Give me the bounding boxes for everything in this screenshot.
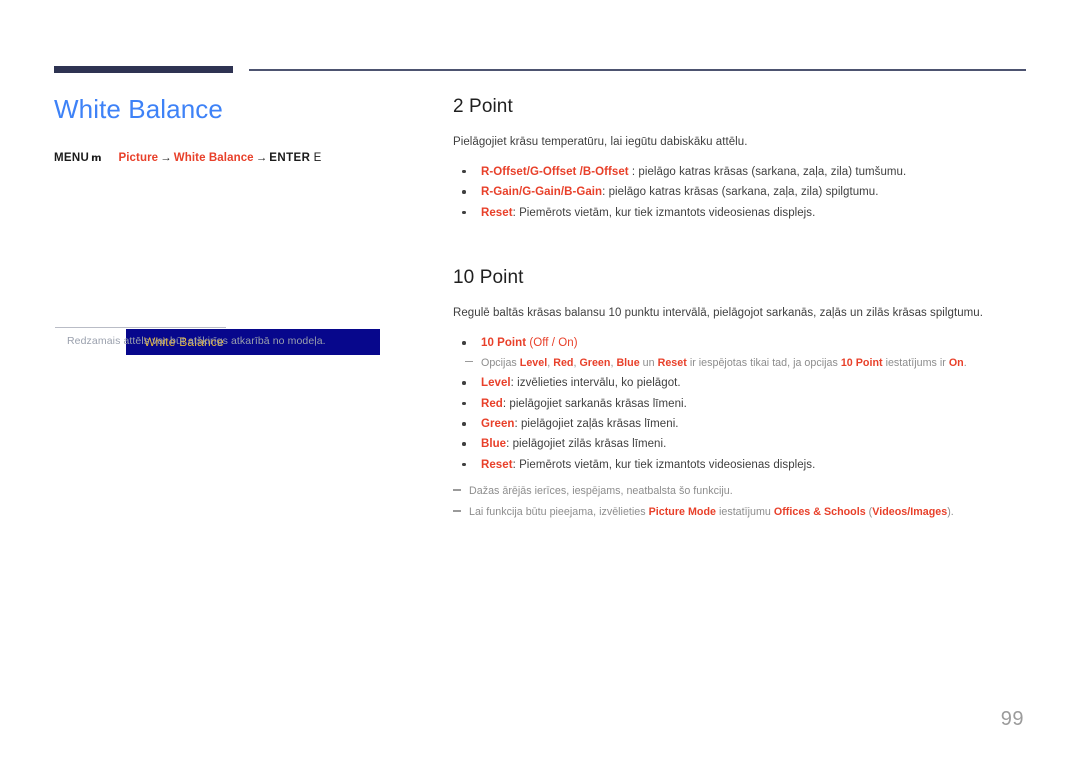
manual-page: White Balance MENU m Picture → White Balance… (0, 0, 1080, 763)
bullet-desc: : izvēlieties intervālu, ko pielāgot. (510, 377, 681, 390)
bullet-term: Reset (481, 206, 513, 219)
option-separator: / (548, 337, 559, 350)
right-column: 2 Point Pielāgojiet krāsu temperatūru, l… (453, 96, 1033, 523)
menu-label: MENU (54, 152, 90, 165)
section-heading-10point: 10 Point (453, 267, 524, 289)
bullet-desc: : pielāgo katras krāsas (sarkana, zaļa, … (628, 165, 907, 178)
subnote-10point-dependency: Opcijas Level, Red, Green, Blue un Reset… (453, 354, 1033, 373)
subnote-term-reset: Reset (657, 356, 687, 369)
footnote-list: Dažas ārējās ierīces, iespējams, neatbal… (453, 481, 1033, 523)
bullet-desc: : Piemērots vietām, kur tiek izmantots v… (512, 206, 816, 219)
list-item: Red: pielāgojiet sarkanās krāsas līmeni. (453, 394, 1033, 414)
subnote-text: Opcijas (481, 356, 520, 369)
section-heading-2point: 2 Point (453, 96, 513, 117)
option-off: Off (533, 337, 549, 350)
header-rule-thick (54, 66, 233, 73)
page-number: 99 (1000, 708, 1024, 730)
section-lead-2point: Pielāgojiet krāsu temperatūru, lai iegūt… (453, 135, 748, 148)
footnote-text: ). (947, 506, 954, 519)
bullet-desc: : pielāgo katras krāsas (sarkana, zaļa, … (602, 186, 879, 199)
bullet-term: Blue (481, 438, 507, 451)
list-item: Reset: Piemērots vietām, kur tiek izmant… (453, 455, 1033, 475)
bullet-list-10point: 10 Point (Off / On) Opcijas Level, Red, … (453, 333, 1033, 475)
subnote-term-red: Red (553, 356, 574, 369)
list-item: Green: pielāgojiet zaļās krāsas līmeni. (453, 414, 1033, 434)
footnote-text: Lai funkcija būtu pieejama, izvēlieties (469, 506, 649, 519)
image-caption: Redzamais attēls var būt atšķirīgs atkar… (67, 335, 326, 347)
subnote-term-on: On (948, 356, 964, 369)
bullet-term: R-Gain/G-Gain/B-Gain (481, 186, 603, 199)
bullet-term: R-Offset/G-Offset /B-Offset (481, 165, 629, 178)
subnote-term-level: Level (519, 356, 548, 369)
left-column: White Balance MENU m Picture → White Balance… (54, 94, 414, 355)
subnote-text: iestatījums ir (882, 356, 949, 369)
footnote-text: Dažas ārējās ierīces, iespējams, neatbal… (469, 485, 733, 498)
footnote-term-picture-mode: Picture Mode (648, 506, 716, 519)
bullet-desc: : pielāgojiet sarkanās krāsas līmeni. (502, 397, 687, 410)
breadcrumb-item-white-balance[interactable]: White Balance (174, 152, 254, 164)
footnote-term-offices-schools: Offices & Schools (773, 506, 866, 519)
menu-icon: m (91, 153, 101, 165)
list-item: R-Gain/G-Gain/B-Gain: pielāgo katras krā… (453, 182, 1033, 202)
option-close-paren: ) (573, 337, 578, 350)
subnote-term-10point: 10 Point (840, 356, 883, 369)
bullet-term: Red (481, 397, 503, 410)
footnote-term-videos-images: Videos/Images (872, 506, 948, 519)
option-on: On (558, 337, 574, 350)
list-item: Reset: Piemērots vietām, kur tiek izmant… (453, 203, 1033, 223)
subnote-term-green: Green (579, 356, 611, 369)
menu-path-breadcrumb: MENU m Picture → White Balance → ENTER E (54, 152, 414, 164)
enter-key-glyph: E (313, 152, 322, 165)
header-rule-thin (249, 69, 1026, 71)
bullet-term: 10 Point (481, 337, 527, 350)
subnote-text: ir iespējotas tikai tad, ja opcijas (686, 356, 841, 369)
enter-label: ENTER (269, 152, 311, 165)
list-item-option-10point: 10 Point (Off / On) (453, 333, 1033, 353)
list-item: Blue: pielāgojiet zilās krāsas līmeni. (453, 434, 1033, 454)
bullet-desc: : Piemērots vietām, kur tiek izmantots v… (512, 458, 816, 471)
breadcrumb-item-picture[interactable]: Picture (118, 152, 158, 164)
arrow-icon-2: → (255, 152, 268, 165)
bullet-term: Green (481, 418, 515, 431)
bullet-list-2point: R-Offset/G-Offset /B-Offset : pielāgo ka… (453, 162, 1033, 223)
list-item: R-Offset/G-Offset /B-Offset : pielāgo ka… (453, 162, 1033, 182)
bullet-term: Reset (481, 458, 513, 471)
footnote-external-devices: Dažas ārējās ierīces, iespējams, neatbal… (453, 481, 1033, 502)
section-lead-10point: Regulē baltās krāsas balansu 10 punktu i… (453, 307, 983, 320)
bullet-desc: : pielāgojiet zilās krāsas līmeni. (506, 438, 667, 451)
subnote-text: un (639, 356, 658, 369)
list-item: Level: izvēlieties intervālu, ko pielāgo… (453, 373, 1033, 393)
bullet-term: Level (481, 377, 511, 390)
bullet-desc: : pielāgojiet zaļās krāsas līmeni. (514, 418, 679, 431)
subnote-text: . (963, 356, 967, 369)
footnote-picture-mode: Lai funkcija būtu pieejama, izvēlieties … (453, 502, 1033, 523)
arrow-icon-1: → (160, 152, 172, 165)
subnote-term-blue: Blue (616, 356, 640, 369)
caption-divider (55, 327, 226, 328)
footnote-text: iestatījumu (715, 506, 774, 519)
page-title: White Balance (54, 94, 223, 124)
